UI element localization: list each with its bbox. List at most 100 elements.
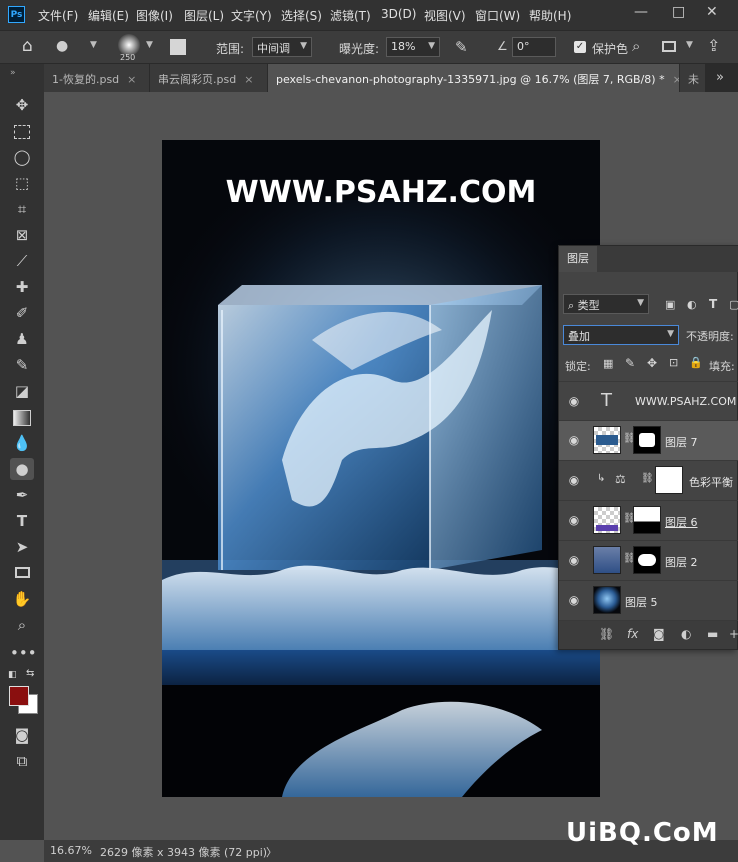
eraser-tool-icon[interactable]: ◪ [10,380,34,402]
menu-window[interactable]: 窗口(W) [475,7,520,24]
tab-layers[interactable]: 图层 [559,246,597,272]
tab-document-1[interactable]: 1-恢复的.psd × [44,64,150,92]
object-selection-tool-icon[interactable]: ⬚ [10,172,34,194]
link-icon[interactable]: ⛓ [641,473,654,484]
pen-tool-icon[interactable]: ✒ [10,484,34,506]
status-menu-arrow[interactable]: 〉 [266,844,277,860]
collapse-icon[interactable]: » [10,68,16,78]
menu-layer[interactable]: 图层(L) [184,7,224,24]
fx-icon[interactable]: fx [627,627,638,641]
menu-help[interactable]: 帮助(H) [529,7,571,24]
screen-mode-icon[interactable]: ⧉ [10,750,34,772]
swap-colors-icon[interactable]: ⇆ [26,668,34,679]
menu-type[interactable]: 文字(Y) [231,7,272,24]
new-layer-icon[interactable]: + [729,627,738,641]
home-icon[interactable]: ⌂ [22,36,33,56]
tab-document-4[interactable]: 未 [680,64,706,92]
layer-row[interactable]: ◉ T WWW.PSAHZ.COM [559,381,738,421]
adjustment-filter-icon[interactable]: ◐ [687,298,697,311]
tab-document-2[interactable]: 串云阁彩页.psd × [150,64,268,92]
visibility-eye-icon[interactable]: ◉ [567,593,581,607]
range-select[interactable]: 中间调 ▼ [252,37,312,57]
chevron-down-icon[interactable]: ▼ [146,40,153,50]
crop-tool-icon[interactable]: ⌗ [10,198,34,220]
type-tool-icon[interactable]: T [10,510,34,532]
tab-document-active[interactable]: pexels-chevanon-photography-1335971.jpg … [268,64,680,92]
search-icon[interactable]: ⌕ [632,37,640,55]
protect-tones-checkbox[interactable]: ✓ [574,41,586,53]
angle-input[interactable]: 0° [512,37,556,57]
move-tool-icon[interactable]: ✥ [10,94,34,116]
dodge-tool-preset-icon[interactable]: ● [56,38,68,54]
hand-tool-icon[interactable]: ✋ [10,588,34,610]
lock-transparent-icon[interactable]: ▦ [603,357,613,370]
minimize-button[interactable]: — [634,4,648,20]
visibility-eye-icon[interactable]: ◉ [567,394,581,408]
frame-tool-icon[interactable]: ⊠ [10,224,34,246]
default-colors-icon[interactable]: ◧ [8,670,17,680]
brush-tool-icon[interactable]: ✐ [10,302,34,324]
quick-mask-icon[interactable]: ◙ [10,724,34,746]
share-icon[interactable]: ⇪ [707,36,720,55]
layer-mask-thumbnail[interactable] [633,546,661,574]
blend-mode-select[interactable]: 叠加 ▼ [563,325,679,345]
layer-row[interactable]: ◉ ⛓ 图层 6 [559,501,738,541]
workspace-icon[interactable] [662,41,676,52]
add-mask-icon[interactable]: ◙ [653,627,665,641]
visibility-eye-icon[interactable]: ◉ [567,433,581,447]
close-window-button[interactable]: ✕ [706,4,718,20]
pixel-filter-icon[interactable]: ▣ [665,298,675,311]
menu-select[interactable]: 选择(S) [281,7,322,24]
menu-file[interactable]: 文件(F) [38,7,78,24]
filter-kind-select[interactable]: ⌕ 类型 ▼ [563,294,649,314]
menu-view[interactable]: 视图(V) [424,7,466,24]
marquee-tool-icon[interactable] [10,120,34,142]
blur-tool-icon[interactable]: 💧 [10,432,34,454]
layer-row[interactable]: ◉ ⛓ 图层 7 [559,421,738,461]
lock-all-icon[interactable]: 🔒 [689,356,703,369]
healing-brush-tool-icon[interactable]: ✚ [10,276,34,298]
chevron-down-icon[interactable]: ▼ [90,40,97,50]
history-brush-tool-icon[interactable]: ✎ [10,354,34,376]
new-group-icon[interactable]: ▬ [707,627,718,641]
layer-mask-thumbnail[interactable] [633,506,661,534]
visibility-eye-icon[interactable]: ◉ [567,473,581,487]
rectangle-tool-icon[interactable] [10,562,34,584]
menu-3d[interactable]: 3D(D) [381,7,416,21]
layer-mask-thumbnail[interactable] [633,426,661,454]
close-tab-icon[interactable]: × [127,73,136,86]
visibility-eye-icon[interactable]: ◉ [567,553,581,567]
zoom-level[interactable]: 16.67% [50,844,92,857]
airbrush-icon[interactable]: ✎ [455,38,468,56]
document-canvas[interactable]: WWW.PSAHZ.COM [162,140,600,797]
lock-artboard-icon[interactable]: ⊡ [669,356,678,369]
close-tab-icon[interactable]: × [244,73,253,86]
more-tools-icon[interactable]: ••• [10,642,37,664]
chevron-down-icon[interactable]: ▼ [686,40,693,50]
foreground-color-swatch[interactable] [9,686,29,706]
dodge-tool-icon[interactable]: ● [10,458,34,480]
exposure-input[interactable]: 18% ▼ [386,37,440,57]
layer-mask-thumbnail[interactable] [655,466,683,494]
lasso-tool-icon[interactable]: ◯ [10,146,34,168]
restore-button[interactable]: □ [672,4,685,20]
menu-filter[interactable]: 滤镜(T) [330,7,371,24]
close-tab-icon[interactable]: × [673,73,679,86]
tabs-overflow-icon[interactable]: » [716,70,724,85]
adjustment-layer-icon[interactable]: ◐ [681,627,691,641]
lock-position-icon[interactable]: ✥ [647,356,657,370]
link-layers-icon[interactable]: ⛓ [599,627,614,641]
brush-settings-icon[interactable] [170,39,186,55]
menu-edit[interactable]: 编辑(E) [88,7,129,24]
shape-filter-icon[interactable]: ▢ [729,298,738,311]
type-filter-icon[interactable]: T [709,297,717,311]
path-selection-tool-icon[interactable]: ➤ [10,536,34,558]
lock-pixels-icon[interactable]: ✎ [625,356,635,370]
gradient-tool-icon[interactable] [10,406,34,428]
layer-row[interactable]: ◉ ↳ ⚖ ⛓ 色彩平衡 [559,461,738,501]
layer-row[interactable]: ◉ 图层 5 [559,581,738,621]
clone-stamp-tool-icon[interactable]: ♟ [10,328,34,350]
zoom-tool-icon[interactable]: ⌕ [10,614,34,636]
layer-row[interactable]: ◉ ⛓ 图层 2 [559,541,738,581]
visibility-eye-icon[interactable]: ◉ [567,513,581,527]
